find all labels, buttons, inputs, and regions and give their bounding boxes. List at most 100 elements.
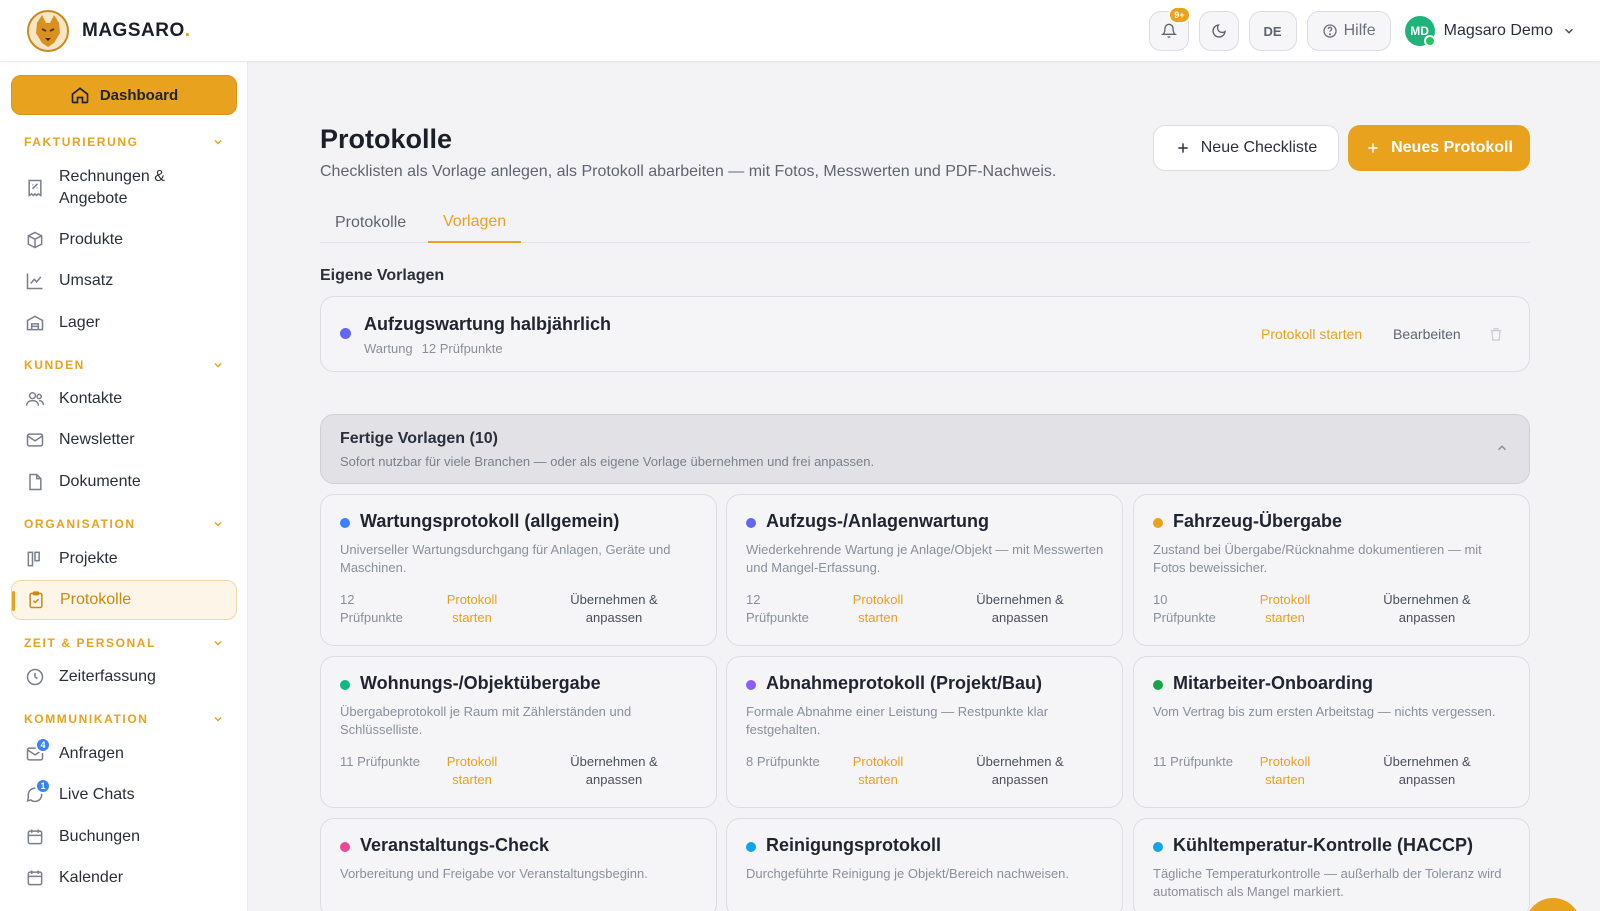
template-card[interactable]: Aufzugs-/Anlagenwartung Wiederkehrende W… bbox=[726, 494, 1123, 646]
template-count: 11 Prüfpunkte bbox=[340, 754, 420, 769]
moon-icon bbox=[1211, 24, 1226, 38]
home-icon bbox=[71, 87, 89, 104]
template-name: Wohnungs-/Objektübergabe bbox=[360, 673, 601, 693]
new-protocol-button[interactable]: Neues Protokoll bbox=[1348, 125, 1530, 171]
floating-action-button[interactable] bbox=[1525, 898, 1581, 911]
sidebar-item-anfragen[interactable]: 4 Anfragen bbox=[11, 734, 237, 774]
user-menu[interactable]: MD Magsaro Demo bbox=[1404, 16, 1576, 47]
new-checklist-button[interactable]: Neue Checkliste bbox=[1153, 125, 1339, 171]
sidebar-item-dashboard[interactable]: Dashboard bbox=[11, 75, 237, 115]
template-count: 12 Prüfpunkte bbox=[746, 592, 809, 625]
sidebar-item-label: Buchungen bbox=[59, 828, 140, 845]
template-card[interactable]: Veranstaltungs-Check Vorbereitung und Fr… bbox=[320, 818, 717, 911]
ready-templates-title: Fertige Vorlagen (10) bbox=[340, 430, 498, 447]
sidebar-item-dokumente[interactable]: Dokumente bbox=[11, 462, 237, 502]
sidebar: Dashboard FAKTURIERUNG Rechnungen & Ange… bbox=[0, 62, 248, 911]
clipboard-check-icon bbox=[29, 591, 43, 609]
template-description: Zustand bei Übergabe/Rücknahme dokumenti… bbox=[1153, 542, 1482, 575]
receipt-icon bbox=[28, 179, 42, 197]
notifications-button[interactable]: 9+ bbox=[1148, 6, 1191, 51]
template-card[interactable]: Abnahmeprotokoll (Projekt/Bau) Formale A… bbox=[726, 656, 1123, 808]
users-icon bbox=[25, 392, 45, 406]
dark-mode-toggle[interactable] bbox=[1198, 11, 1239, 51]
tab-vorlagen[interactable]: Vorlagen bbox=[428, 202, 522, 243]
sidebar-item-kontakte[interactable]: Kontakte bbox=[11, 379, 237, 419]
sidebar-item-umsatz[interactable]: Umsatz bbox=[11, 261, 237, 301]
sidebar-item-label: Anfragen bbox=[59, 745, 124, 762]
section-kunden[interactable]: KUNDEN bbox=[24, 358, 224, 372]
template-card[interactable]: Wohnungs-/Objektübergabe Übergabeprotoko… bbox=[320, 656, 717, 808]
avatar: MD bbox=[1404, 16, 1436, 47]
sidebar-item-protokolle[interactable]: Protokolle bbox=[11, 580, 237, 620]
sidebar-item-label: Produkte bbox=[59, 231, 124, 248]
template-description: Formale Abnahme einer Leistung — Restpun… bbox=[746, 704, 1049, 737]
sidebar-item-projekte[interactable]: Projekte bbox=[11, 539, 237, 579]
template-card[interactable]: Reinigungsprotokoll Durchgeführte Reinig… bbox=[726, 818, 1123, 911]
template-description: Wiederkehrende Wartung je Anlage/Objekt … bbox=[746, 542, 1104, 575]
section-label: ORGANISATION bbox=[24, 517, 136, 531]
sidebar-item-label: Dokumente bbox=[59, 473, 141, 490]
tab-protokolle[interactable]: Protokolle bbox=[320, 202, 421, 243]
help-button[interactable]: Hilfe bbox=[1306, 11, 1391, 51]
sidebar-item-label: Zeiterfassung bbox=[59, 668, 156, 685]
top-bar: MAGSARO. 9+ DE Hilfe MD Magsaro Demo bbox=[0, 0, 1600, 62]
adopt-template-link[interactable]: Übernehmen & anpassen bbox=[559, 753, 669, 789]
own-template-card[interactable]: Aufzugswartung halbjährlich Wartung 12 P… bbox=[320, 296, 1530, 372]
tab-bar: Protokolle Vorlagen bbox=[320, 202, 1530, 243]
page-subtitle: Checklisten als Vorlage anlegen, als Pro… bbox=[320, 163, 1057, 180]
ready-templates-header[interactable]: Fertige Vorlagen (10) Sofort nutzbar für… bbox=[320, 414, 1530, 484]
trash-icon[interactable] bbox=[1488, 325, 1504, 343]
template-name: Aufzugs-/Anlagenwartung bbox=[766, 511, 989, 531]
kanban-icon bbox=[27, 551, 40, 567]
start-protocol-link[interactable]: Protokoll starten bbox=[839, 591, 917, 627]
template-color-dot bbox=[340, 328, 351, 339]
sidebar-item-newsletter[interactable]: Newsletter bbox=[11, 420, 237, 460]
sidebar-item-produkte[interactable]: Produkte bbox=[11, 220, 237, 260]
section-kommunikation[interactable]: KOMMUNIKATION bbox=[24, 712, 224, 726]
adopt-template-link[interactable]: Übernehmen & anpassen bbox=[559, 591, 669, 627]
template-count: 11 Prüfpunkte bbox=[1153, 754, 1233, 769]
template-color-dot bbox=[340, 680, 350, 690]
template-color-dot bbox=[746, 842, 756, 852]
adopt-template-link[interactable]: Übernehmen & anpassen bbox=[965, 753, 1075, 789]
start-protocol-link[interactable]: Protokoll starten bbox=[433, 591, 511, 627]
template-category: Wartung bbox=[364, 341, 413, 356]
template-card[interactable]: Mitarbeiter-Onboarding Vom Vertrag bis z… bbox=[1133, 656, 1530, 808]
template-card[interactable]: Kühltemperatur-Kontrolle (HACCP) Täglich… bbox=[1133, 818, 1530, 911]
start-protocol-link[interactable]: Protokoll starten bbox=[839, 753, 917, 789]
start-protocol-link[interactable]: Protokoll starten bbox=[1261, 326, 1362, 342]
language-button[interactable]: DE bbox=[1248, 11, 1297, 51]
line-chart-icon bbox=[26, 273, 43, 290]
page-title: Protokolle bbox=[320, 124, 453, 154]
sidebar-item-live-chats[interactable]: 1 Live Chats bbox=[11, 775, 237, 815]
button-label: Neue Checkliste bbox=[1200, 139, 1318, 156]
start-protocol-link[interactable]: Protokoll starten bbox=[433, 753, 511, 789]
section-organisation[interactable]: ORGANISATION bbox=[24, 517, 224, 531]
sidebar-item-kalender[interactable]: Kalender bbox=[11, 858, 237, 898]
file-icon bbox=[29, 473, 42, 491]
template-name: Mitarbeiter-Onboarding bbox=[1173, 673, 1374, 693]
adopt-template-link[interactable]: Übernehmen & anpassen bbox=[965, 591, 1075, 627]
section-label: KUNDEN bbox=[24, 358, 85, 372]
sidebar-item-zeiterfassung[interactable]: Zeiterfassung bbox=[11, 657, 237, 697]
template-color-dot bbox=[746, 680, 756, 690]
adopt-template-link[interactable]: Übernehmen & anpassen bbox=[1372, 591, 1482, 627]
section-fakturierung[interactable]: FAKTURIERUNG bbox=[24, 135, 224, 149]
adopt-template-link[interactable]: Übernehmen & anpassen bbox=[1372, 753, 1482, 789]
anfragen-badge: 4 bbox=[35, 737, 51, 753]
sidebar-item-buchungen[interactable]: Buchungen bbox=[11, 817, 237, 857]
start-protocol-link[interactable]: Protokoll starten bbox=[1246, 591, 1324, 627]
ready-templates-subtitle: Sofort nutzbar für viele Branchen — oder… bbox=[340, 454, 875, 469]
template-count: 10 Prüfpunkte bbox=[1153, 592, 1216, 625]
template-name: Veranstaltungs-Check bbox=[360, 835, 550, 855]
edit-template-link[interactable]: Bearbeiten bbox=[1393, 326, 1461, 342]
template-description: Vom Vertrag bis zum ersten Arbeitstag — … bbox=[1153, 704, 1496, 719]
template-card[interactable]: Wartungsprotokoll (allgemein) Universell… bbox=[320, 494, 717, 646]
sidebar-item-lager[interactable]: Lager bbox=[11, 303, 237, 343]
template-name: Kühltemperatur-Kontrolle (HACCP) bbox=[1173, 835, 1473, 855]
start-protocol-link[interactable]: Protokoll starten bbox=[1246, 753, 1324, 789]
section-zeit-personal[interactable]: ZEIT & PERSONAL bbox=[24, 636, 224, 650]
sidebar-item-rechnungen[interactable]: Rechnungen & Angebote bbox=[11, 163, 237, 213]
template-card[interactable]: Fahrzeug-Übergabe Zustand bei Übergabe/R… bbox=[1133, 494, 1530, 646]
brand-logo[interactable]: MAGSARO. bbox=[26, 9, 191, 53]
